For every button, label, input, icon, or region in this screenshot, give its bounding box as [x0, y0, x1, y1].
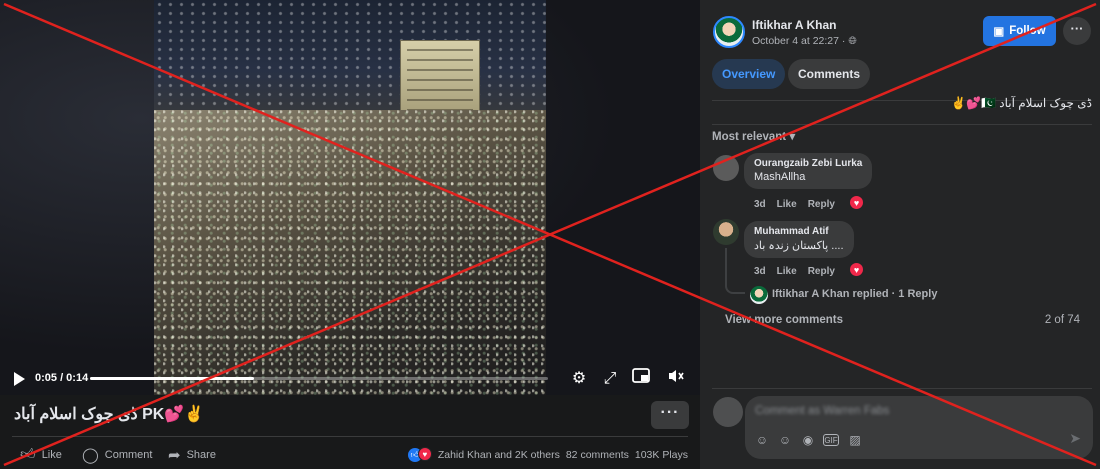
heart-reaction-icon[interactable]: ♥	[849, 262, 864, 277]
crowd	[154, 110, 546, 395]
comment-composer[interactable]: Comment as Warren Fabs ☺ ☺ ◉ GIF ▨ ➤	[745, 396, 1093, 459]
share-arrow-icon: ➦	[168, 447, 181, 464]
video-frame[interactable]	[154, 0, 546, 395]
mute-icon[interactable]	[665, 368, 687, 390]
post-stats: 👍︎ ♥ Zahid Khan and 2K others 82 comments…	[407, 447, 688, 462]
progress-fill	[90, 377, 254, 380]
city-lights	[154, 0, 546, 120]
comment-meta: 3d Like Reply	[754, 266, 835, 277]
heart-reaction-icon[interactable]: ♥	[849, 195, 864, 210]
reactions-summary[interactable]: Zahid Khan and 2K others	[438, 449, 560, 461]
send-icon[interactable]: ➤	[1069, 430, 1081, 447]
comment-bubble: Muhammad Atif پاکستان زندہ باد ....	[744, 221, 854, 258]
comment-text: MashAllha	[754, 171, 806, 183]
reaction-icons[interactable]: 👍︎ ♥	[407, 447, 432, 462]
more-options-icon[interactable]: ···	[1063, 17, 1091, 45]
post-caption: ڈی چوک اسلام آباد 🇵🇰💕✌️	[951, 96, 1092, 110]
video-player[interactable]: 0:05 / 0:14 ⚙ ⤢	[0, 0, 700, 395]
view-more-comments-link[interactable]: View more comments	[725, 314, 843, 326]
camera-icon[interactable]: ◉	[800, 433, 816, 447]
speech-bubble-icon: ◯	[82, 447, 99, 464]
divider	[12, 436, 688, 437]
divider	[712, 388, 1092, 389]
more-options-button[interactable]: ···	[651, 401, 689, 429]
comment-button[interactable]: ◯ Comment	[82, 446, 152, 464]
share-button[interactable]: ➦ Share	[168, 446, 216, 464]
view-replies-link[interactable]: Iftikhar A Khan replied · 1 Reply	[772, 288, 937, 300]
post-date-text: October 4 at 22:27 ·	[752, 35, 849, 47]
comment-age[interactable]: 3d	[754, 266, 766, 277]
plays-count: 103K Plays	[634, 448, 688, 461]
comment-reply-button[interactable]: Reply	[808, 266, 835, 277]
play-icon[interactable]	[12, 371, 26, 387]
commenter-avatar[interactable]	[713, 155, 739, 181]
emoji-icon[interactable]: ☺	[777, 433, 793, 447]
gear-icon[interactable]: ⚙	[568, 368, 590, 390]
reply-thread-line	[725, 248, 745, 294]
sort-dropdown[interactable]: Most relevant ▾	[712, 129, 795, 143]
comment-reply-button[interactable]: Reply	[808, 199, 835, 210]
fullscreen-icon[interactable]: ⤢	[599, 368, 621, 390]
comment-label: Comment	[104, 449, 153, 461]
comment-age[interactable]: 3d	[754, 199, 766, 210]
time-display: 0:05 / 0:14	[35, 372, 89, 384]
divider	[712, 124, 1092, 125]
post-title: ڈی چوک اسلام آباد PK💕✌️	[14, 406, 205, 423]
gif-icon[interactable]: GIF	[823, 434, 839, 446]
author-avatar[interactable]	[713, 16, 745, 48]
replier-avatar	[750, 286, 768, 304]
like-label: Like	[41, 449, 62, 461]
video-pane: 0:05 / 0:14 ⚙ ⤢ ڈی چوک اسلام آباد PK💕✌️ …	[0, 0, 700, 469]
comments-count[interactable]: 82 comments	[566, 449, 629, 461]
follow-button[interactable]: ▣ Follow	[983, 16, 1056, 46]
comment-like-button[interactable]: Like	[777, 266, 797, 277]
post-date: October 4 at 22:27 · 🌐︎	[752, 35, 857, 48]
commenter-name[interactable]: Muhammad Atif	[754, 226, 844, 237]
comment-count: 2 of 74	[1044, 314, 1080, 326]
comment-like-button[interactable]: Like	[777, 199, 797, 210]
progress-bar[interactable]	[90, 377, 548, 380]
love-reaction-icon: ♥	[417, 447, 432, 461]
follow-label: Follow	[1009, 25, 1046, 37]
thumbs-up-icon: 👍︎	[20, 446, 36, 463]
commenter-name[interactable]: Ourangzaib Zebi Lurka	[754, 158, 862, 169]
user-avatar	[713, 397, 743, 427]
facebook-video-viewer: 0:05 / 0:14 ⚙ ⤢ ڈی چوک اسلام آباد PK💕✌️ …	[0, 0, 1100, 469]
sticker-icon[interactable]: ▨	[847, 433, 863, 447]
tab-comments[interactable]: Comments	[788, 59, 871, 89]
tab-overview[interactable]: Overview	[712, 59, 786, 89]
follow-icon: ▣	[993, 26, 1005, 38]
like-button[interactable]: 👍︎ Like	[20, 446, 62, 464]
comment-text: پاکستان زندہ باد ....	[754, 240, 844, 252]
comment-bubble: Ourangzaib Zebi Lurka MashAllha	[744, 153, 873, 189]
avatar-sticker-icon[interactable]: ☺	[754, 433, 770, 447]
commenter-avatar[interactable]	[713, 219, 739, 245]
globe-icon: 🌐︎	[848, 35, 857, 47]
comment-meta: 3d Like Reply	[754, 199, 835, 210]
comment-input[interactable]: Comment as Warren Fabs	[755, 405, 889, 417]
building	[400, 40, 480, 118]
share-label: Share	[186, 449, 216, 461]
video-controls: 0:05 / 0:14 ⚙ ⤢	[0, 365, 700, 395]
author-name[interactable]: Iftikhar A Khan	[752, 18, 836, 32]
picture-in-picture-icon[interactable]	[630, 368, 652, 390]
